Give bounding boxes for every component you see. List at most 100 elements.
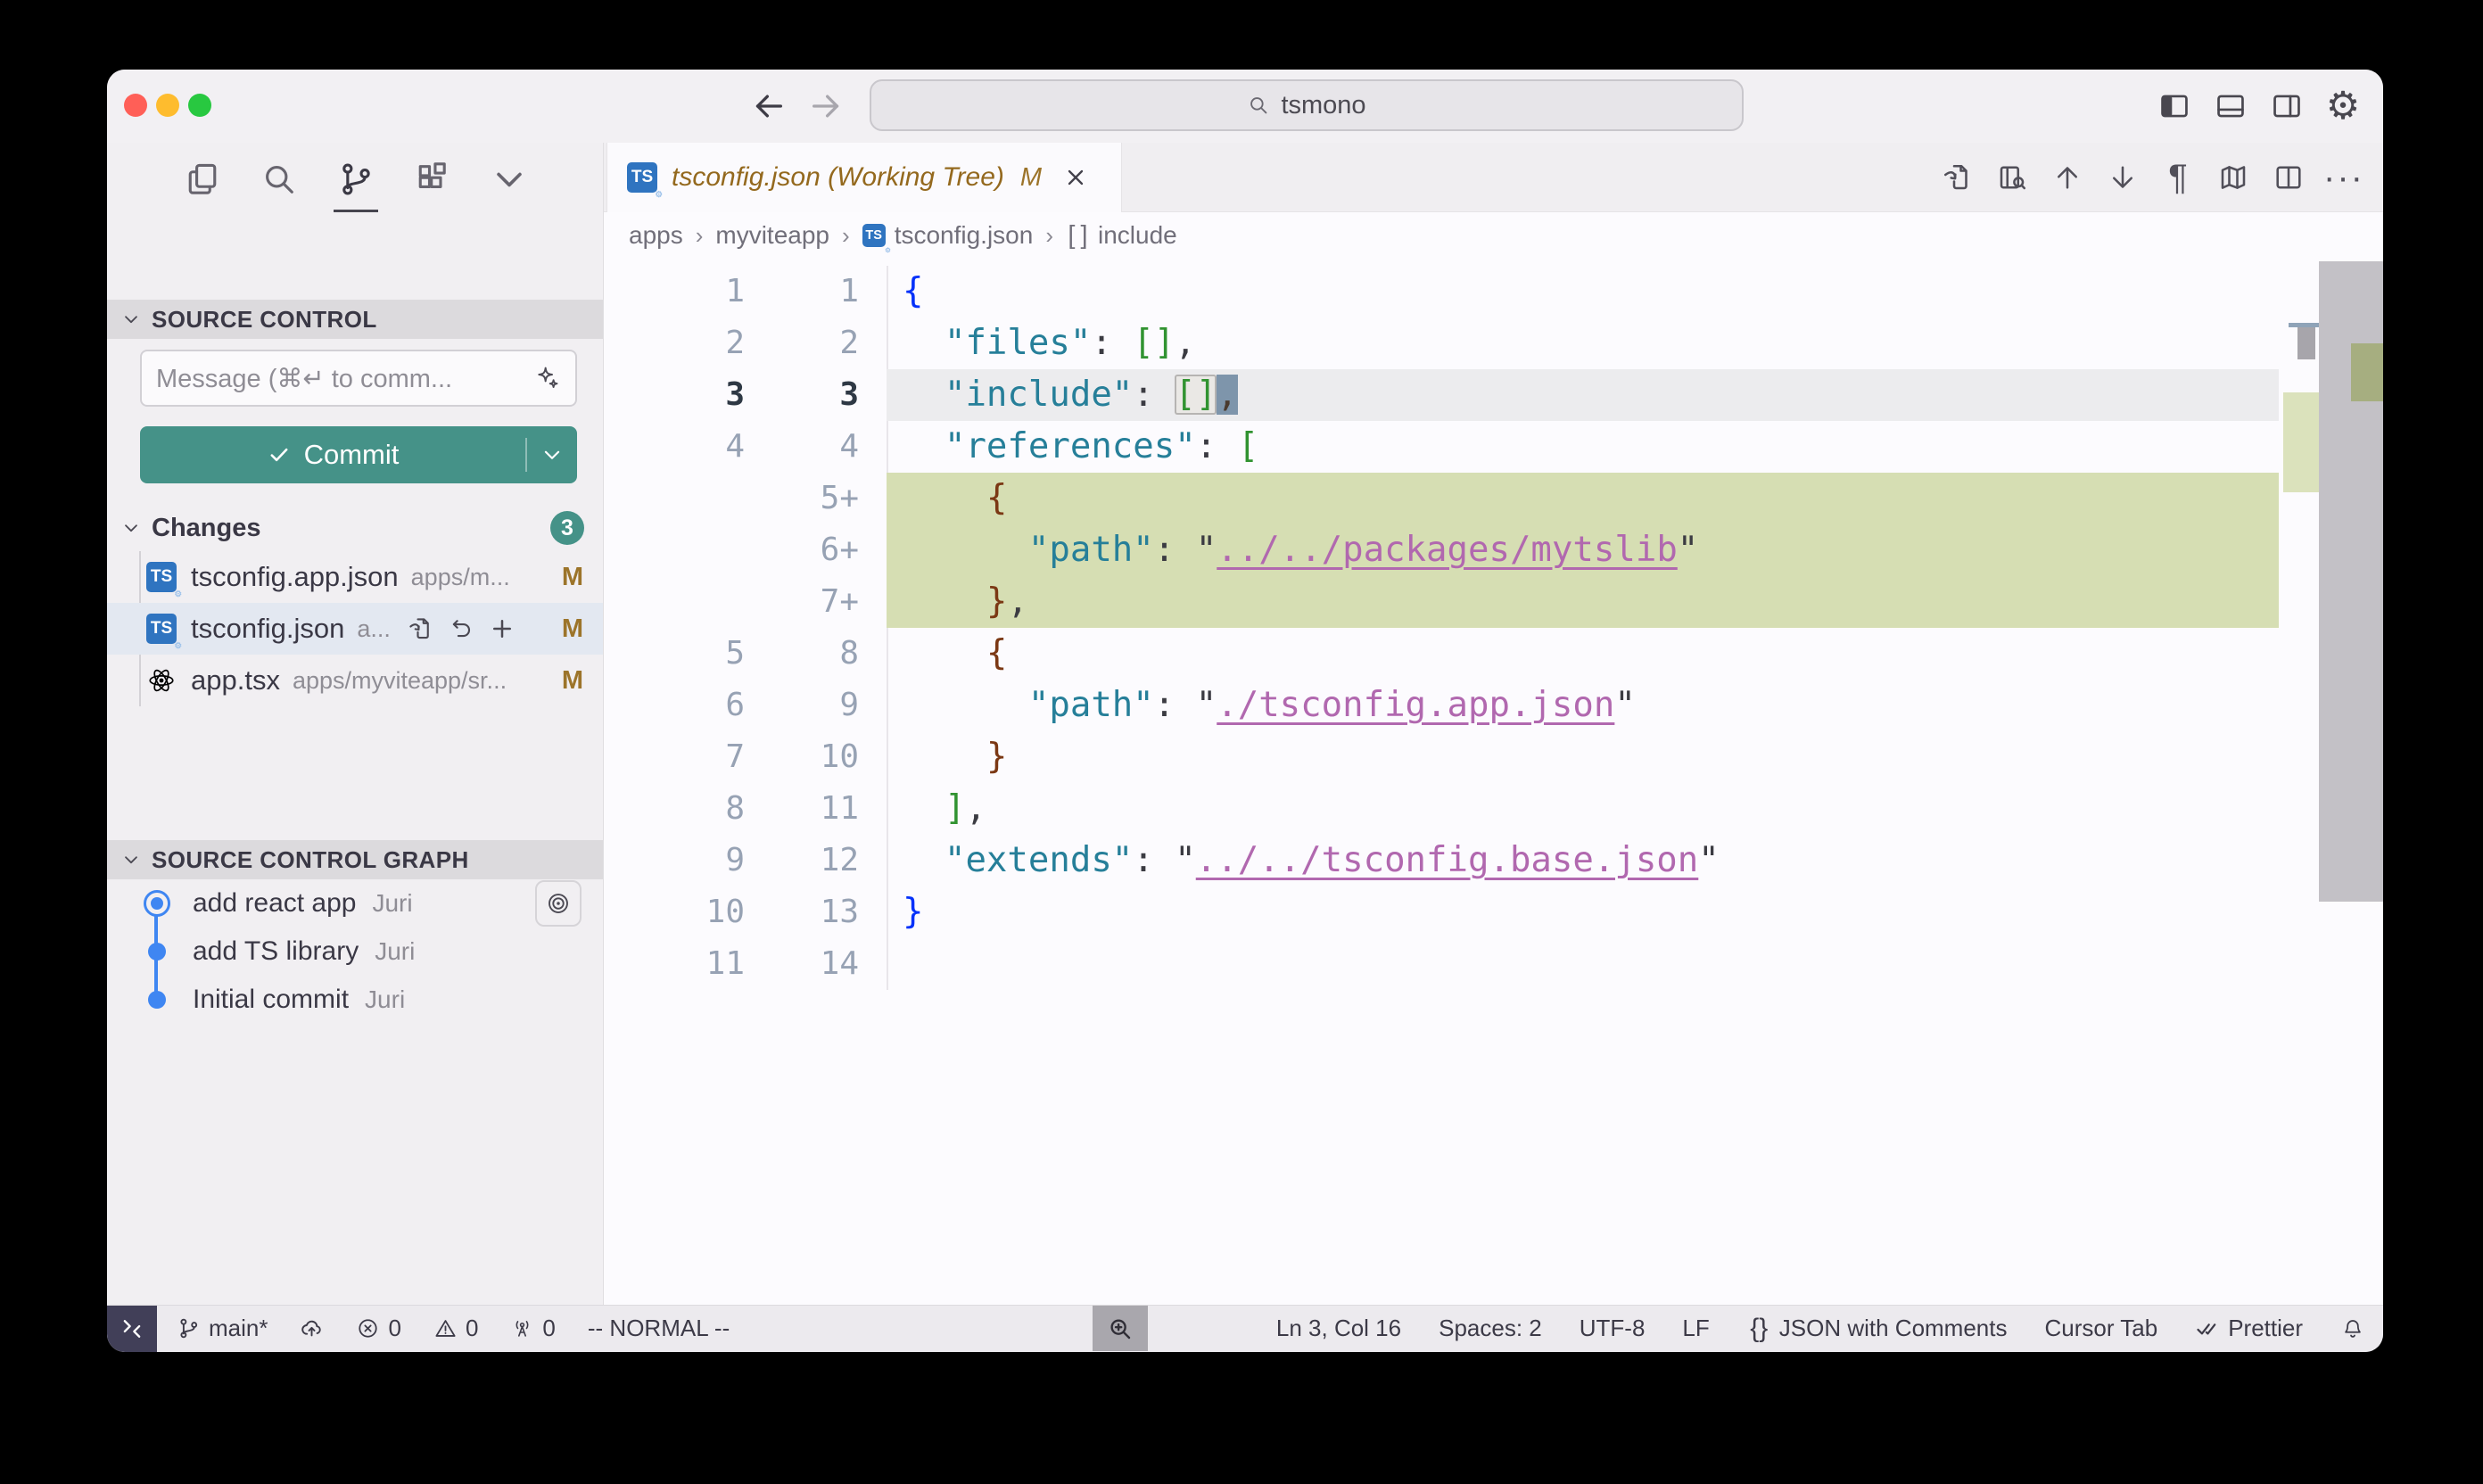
close-button[interactable]: [124, 94, 147, 117]
code-line[interactable]: 33 "include": [],: [604, 369, 2279, 421]
minimize-button[interactable]: [156, 94, 179, 117]
gutter-old-line-number: 4: [604, 421, 745, 473]
file-link[interactable]: ../../tsconfig.base.json: [1196, 840, 1699, 880]
breadcrumb-item-myviteapp[interactable]: myviteapp: [715, 221, 829, 250]
more-actions-button[interactable]: ···: [2328, 161, 2360, 194]
search-tab[interactable]: [260, 160, 299, 199]
status-label: main*: [209, 1315, 268, 1342]
problems-errors[interactable]: 0: [356, 1315, 400, 1342]
stage-changes-button[interactable]: [489, 615, 516, 642]
toggle-whitespace-button[interactable]: ¶: [2162, 161, 2194, 194]
code-line[interactable]: 69 "path": "./tsconfig.app.json": [604, 680, 2279, 731]
code-line[interactable]: 5+ {: [604, 473, 2279, 524]
previous-change-button[interactable]: [2051, 161, 2083, 194]
branch-item[interactable]: main*: [177, 1315, 268, 1342]
gutter-new-line-number: 13: [745, 886, 859, 938]
ports-item[interactable]: 0: [510, 1315, 555, 1342]
file-link[interactable]: ./tsconfig.app.json: [1217, 685, 1614, 725]
breadcrumb-label: myviteapp: [715, 221, 829, 250]
toggle-primary-sidebar-button[interactable]: [2157, 89, 2191, 123]
code-line[interactable]: 58 {: [604, 628, 2279, 680]
zoom-in-icon: [1107, 1315, 1134, 1342]
commit-message: Initial commit: [193, 985, 349, 1015]
settings-button[interactable]: ⚙: [2326, 89, 2360, 123]
source-control-graph-header[interactable]: SOURCE CONTROL GRAPH: [107, 840, 603, 879]
changes-file-row[interactable]: TS⚙tsconfig.jsona...M: [107, 603, 603, 655]
changes-section-header[interactable]: Changes: [107, 505, 603, 551]
toggle-secondary-sidebar-button[interactable]: [2270, 89, 2304, 123]
code-line[interactable]: 22 "files": [],: [604, 317, 2279, 369]
code-line[interactable]: 912 "extends": "../../tsconfig.base.json…: [604, 835, 2279, 886]
breadcrumb-item-apps[interactable]: apps: [629, 221, 683, 250]
gutter-new-line-number: 5+: [745, 473, 859, 524]
publish-item[interactable]: [300, 1316, 324, 1340]
code-line[interactable]: 710 }: [604, 731, 2279, 783]
encoding[interactable]: UTF-8: [1580, 1315, 1646, 1342]
ts-file-icon: TS⚙: [627, 162, 657, 193]
breadcrumb-item-tsconfig.json[interactable]: TS⚙tsconfig.json: [862, 221, 1034, 250]
split-editor-button[interactable]: [2273, 161, 2305, 194]
code-line[interactable]: 1114: [604, 938, 2279, 990]
code-line[interactable]: 44 "references": [: [604, 421, 2279, 473]
toggle-panel-button[interactable]: [2214, 89, 2248, 123]
close-icon[interactable]: [1063, 165, 1088, 190]
next-change-button[interactable]: [2107, 161, 2139, 194]
command-center-search[interactable]: tsmono: [870, 79, 1744, 131]
line-highlight: [887, 473, 2279, 524]
formatter[interactable]: Prettier: [2195, 1315, 2303, 1342]
commit-message-input[interactable]: Message (⌘↵ to comm...: [140, 350, 577, 407]
changes-file-row[interactable]: TS⚙tsconfig.app.jsonapps/m...M: [107, 551, 603, 603]
forward-button[interactable]: [808, 88, 844, 124]
explorer-tab[interactable]: [183, 160, 222, 199]
notifications-bell[interactable]: [2340, 1316, 2365, 1341]
commit-dropdown-button[interactable]: [527, 426, 577, 483]
code-line[interactable]: 7+ },: [604, 576, 2279, 628]
code-line[interactable]: 1013}: [604, 886, 2279, 938]
source-control-header[interactable]: SOURCE CONTROL: [107, 300, 603, 339]
source-control-tab[interactable]: [336, 160, 375, 199]
checkout-ref-button[interactable]: [535, 880, 582, 927]
cloud-upload-icon: [300, 1316, 324, 1340]
map-icon: [2217, 161, 2249, 194]
cursor-tab[interactable]: Cursor Tab: [2045, 1315, 2158, 1342]
extensions-tab[interactable]: [413, 160, 452, 199]
commit-row[interactable]: Initial commitJuri: [107, 976, 603, 1024]
back-button[interactable]: [751, 88, 787, 124]
toggle-inline-view-button[interactable]: [1996, 161, 2028, 194]
more-views-button[interactable]: [490, 160, 529, 199]
zoom-window-button[interactable]: [188, 94, 211, 117]
discard-changes-button[interactable]: [448, 615, 474, 642]
ts-file-icon: TS⚙: [862, 224, 886, 247]
zoom-indicator[interactable]: [1093, 1306, 1148, 1351]
status-label: LF: [1682, 1315, 1709, 1342]
cursor-position[interactable]: Ln 3, Col 16: [1276, 1315, 1401, 1342]
code-line[interactable]: 811 ],: [604, 783, 2279, 835]
open-file-button[interactable]: [407, 615, 433, 642]
toggle-minimap-button[interactable]: [2217, 161, 2249, 194]
vim-mode-indicator: -- NORMAL --: [588, 1315, 730, 1342]
eol[interactable]: LF: [1682, 1315, 1709, 1342]
commit-row[interactable]: add react appJuri: [107, 879, 603, 928]
add-icon: [489, 615, 516, 642]
code-line[interactable]: 11{: [604, 266, 2279, 317]
status-label: Prettier: [2228, 1315, 2303, 1342]
remote-indicator[interactable]: [107, 1306, 157, 1352]
code-line[interactable]: 6+ "path": "../../packages/mytslib": [604, 524, 2279, 576]
sparkle-icon[interactable]: [532, 364, 561, 392]
code-text: "include": [],: [859, 369, 1238, 421]
problems-warnings[interactable]: 0: [433, 1315, 478, 1342]
extensions-icon: [413, 160, 452, 199]
braces-icon: {}: [1747, 1316, 1771, 1340]
commit-row[interactable]: add TS libraryJuri: [107, 928, 603, 976]
code-text: {: [859, 628, 1007, 680]
changes-file-row[interactable]: app.tsxapps/myviteapp/sr...M: [107, 655, 603, 706]
breadcrumb-item-include[interactable]: [ ]include: [1066, 221, 1177, 250]
commit-button[interactable]: Commit: [140, 426, 525, 483]
indentation[interactable]: Spaces: 2: [1439, 1315, 1542, 1342]
language-mode[interactable]: {}JSON with Comments: [1747, 1315, 2008, 1342]
broadcast-icon: [510, 1316, 534, 1340]
status-label: 0: [388, 1315, 400, 1342]
file-link[interactable]: ../../packages/mytslib: [1217, 530, 1678, 570]
tab-tsconfig-working-tree[interactable]: TS⚙ tsconfig.json (Working Tree) M: [606, 143, 1122, 212]
open-file-button[interactable]: [1941, 161, 1973, 194]
